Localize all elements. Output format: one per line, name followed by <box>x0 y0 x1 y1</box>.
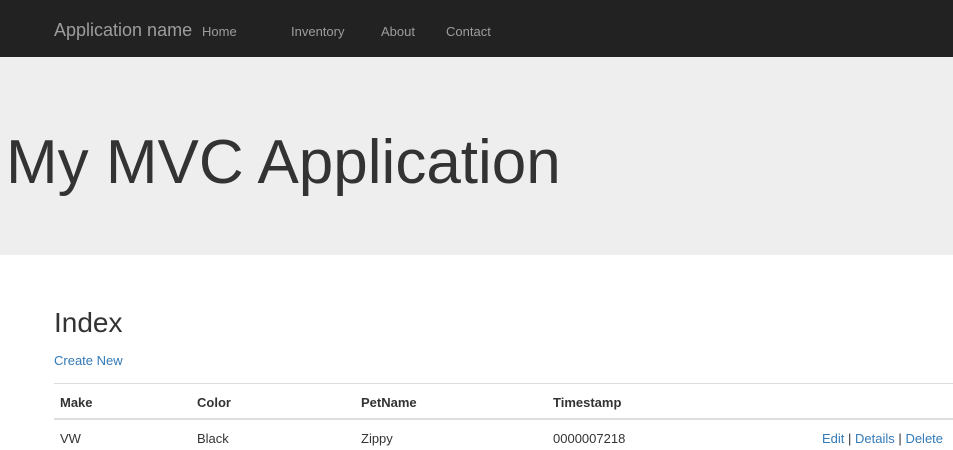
table-header-divider <box>54 418 953 420</box>
cell-color: Black <box>197 431 229 446</box>
nav-link-contact[interactable]: Contact <box>446 24 491 39</box>
cell-petname: Zippy <box>361 431 393 446</box>
delete-link[interactable]: Delete <box>905 431 943 446</box>
jumbotron: My MVC Application <box>0 57 953 255</box>
nav-link-inventory[interactable]: Inventory <box>291 24 344 39</box>
cell-make: VW <box>60 431 81 446</box>
column-header-make: Make <box>60 395 93 410</box>
action-separator: | <box>898 431 902 446</box>
create-new-link[interactable]: Create New <box>54 353 123 368</box>
page-title: Index <box>54 307 123 338</box>
nav-link-about[interactable]: About <box>381 24 415 39</box>
nav-link-home[interactable]: Home <box>202 24 237 39</box>
brand-link[interactable]: Application name <box>54 20 192 41</box>
table-top-divider <box>54 383 953 384</box>
column-header-timestamp: Timestamp <box>553 395 622 410</box>
action-separator: | <box>848 431 852 446</box>
column-header-petname: PetName <box>361 395 417 410</box>
jumbotron-title: My MVC Application <box>6 128 561 197</box>
row-actions: Edit | Details | Delete <box>822 431 953 446</box>
top-navbar: Application name Home Inventory About Co… <box>0 0 953 57</box>
edit-link[interactable]: Edit <box>822 431 844 446</box>
details-link[interactable]: Details <box>855 431 895 446</box>
cell-timestamp: 0000007218 <box>553 431 626 446</box>
column-header-color: Color <box>197 395 231 410</box>
